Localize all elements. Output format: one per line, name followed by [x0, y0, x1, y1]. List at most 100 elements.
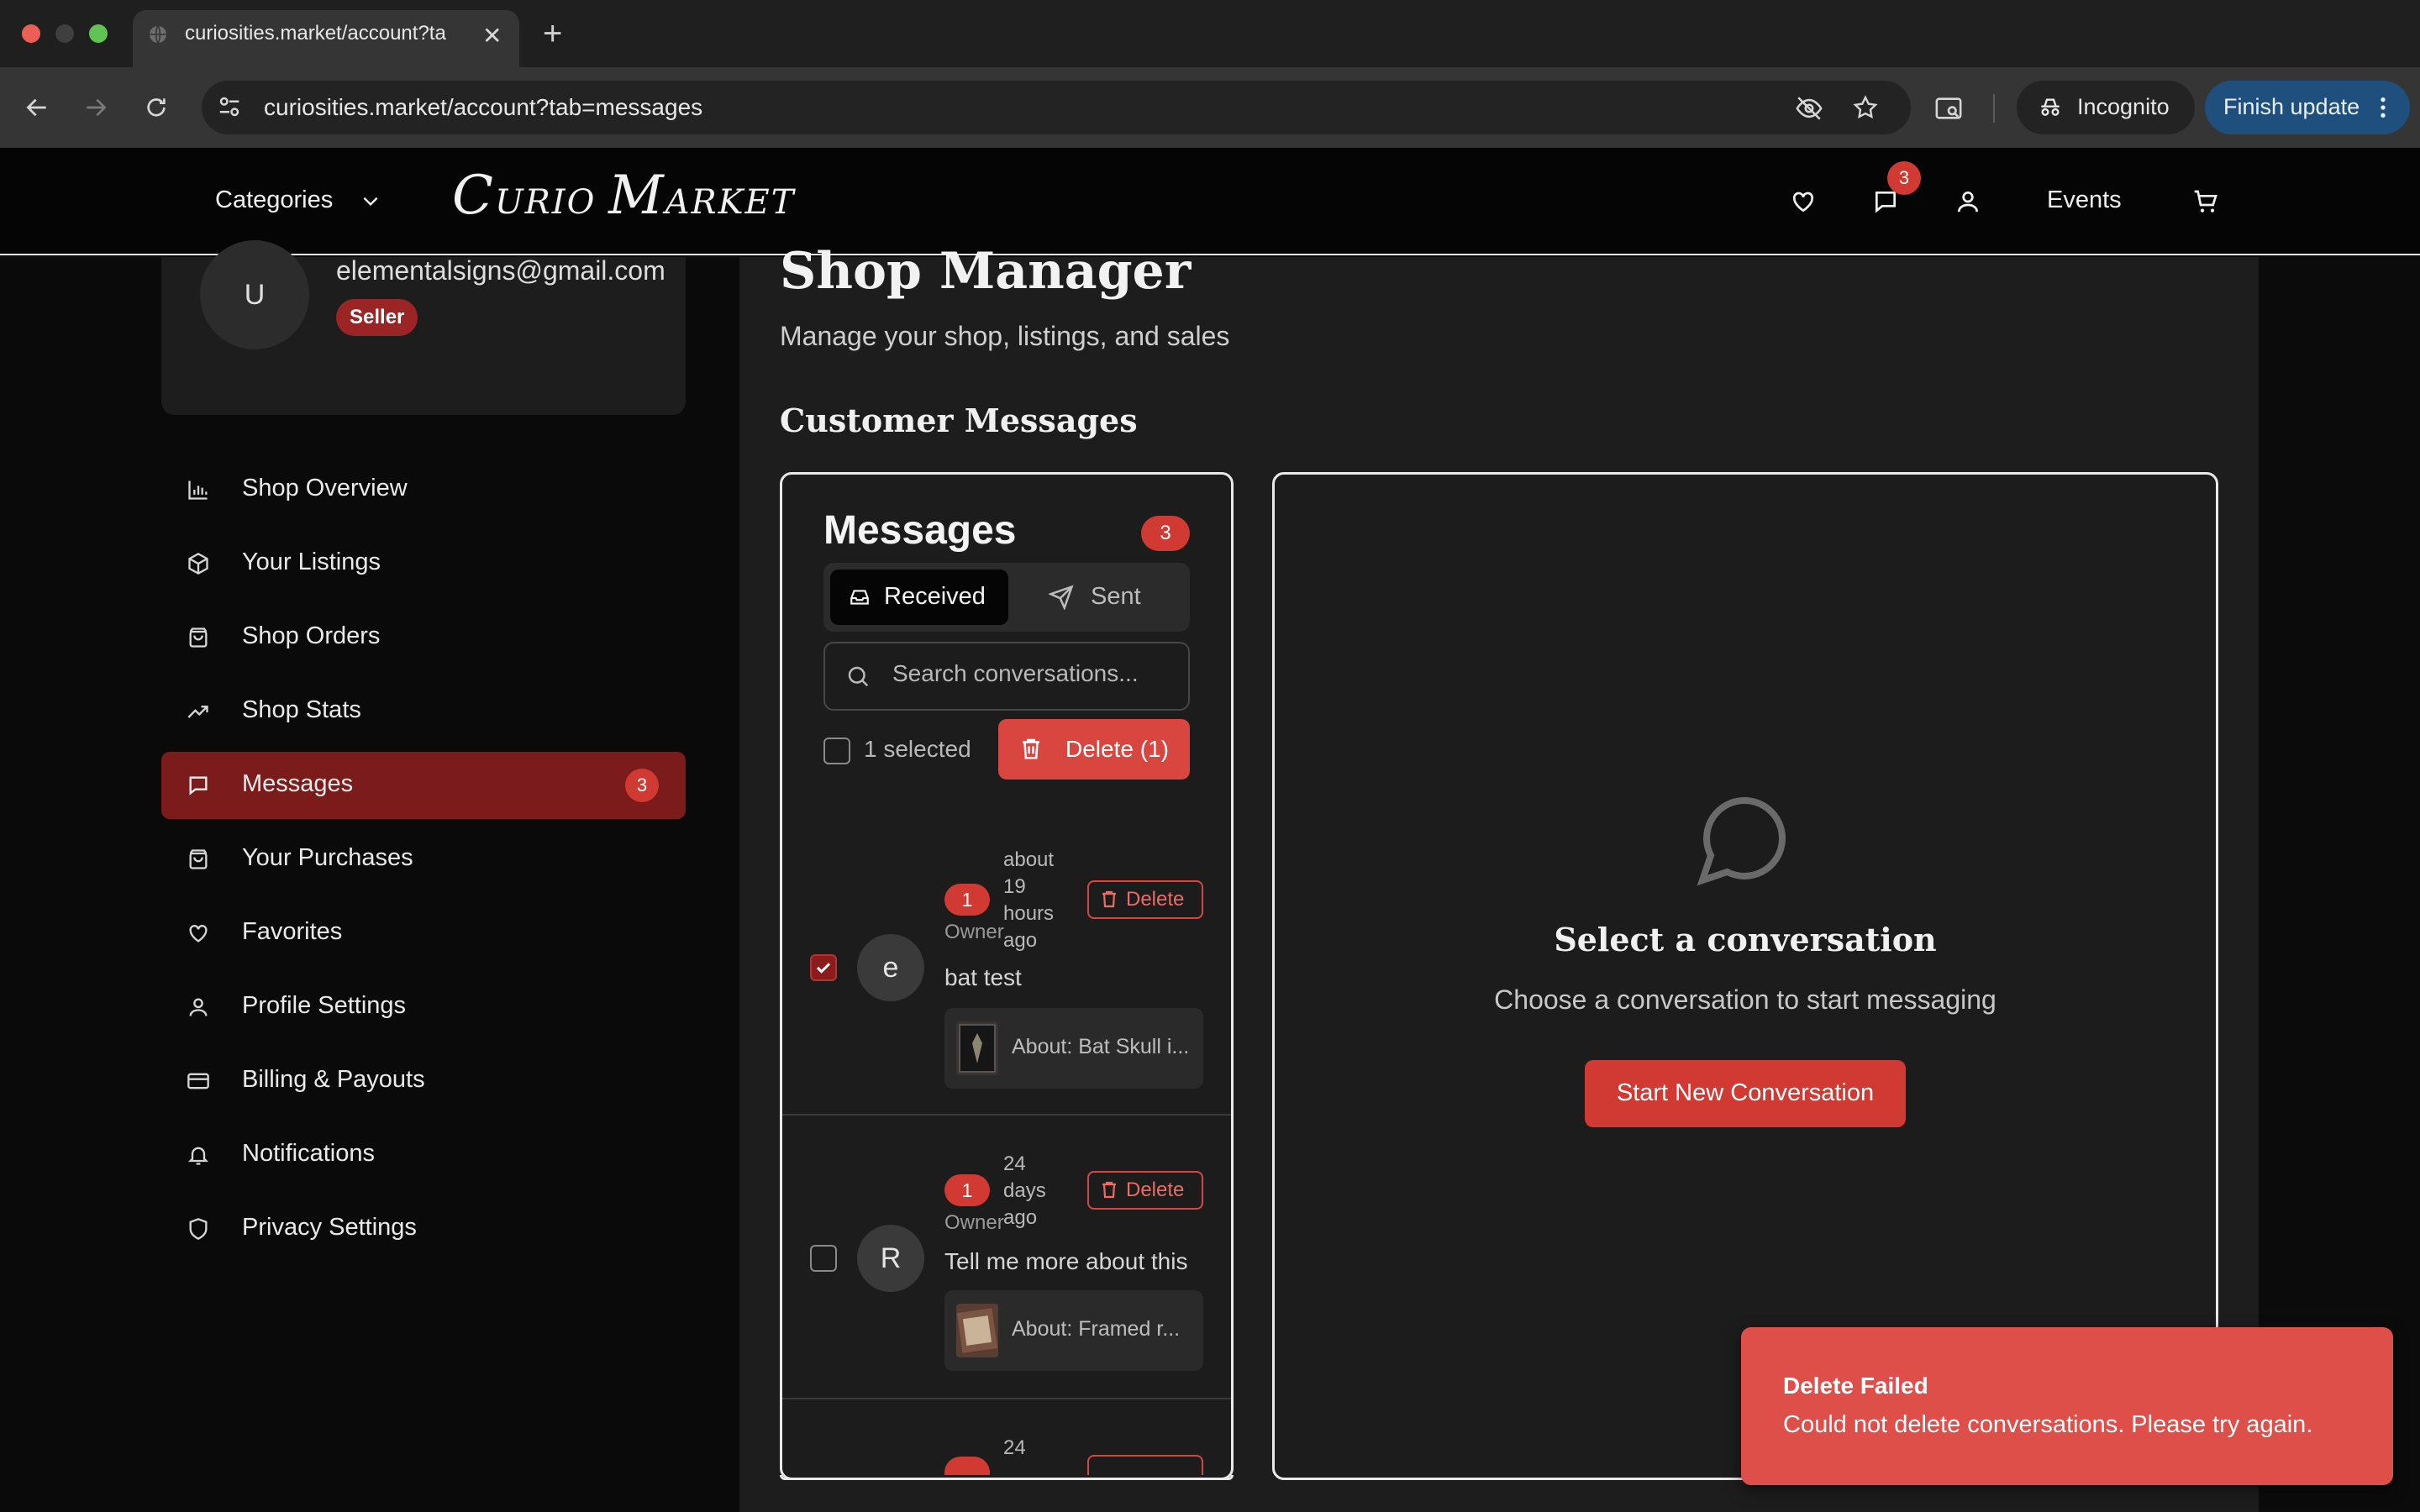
listing-reference-text: About: Bat Skull i... — [1012, 1035, 1190, 1058]
tab-title: curiosities.market/account?ta — [185, 22, 446, 45]
sidebar-item-label: Profile Settings — [242, 992, 407, 1019]
sidebar-item-your-listings[interactable]: Your Listings — [161, 530, 686, 597]
listing-thumbnail — [956, 1304, 998, 1357]
site-info-icon[interactable] — [217, 94, 242, 119]
panel-mask — [780, 1480, 1234, 1512]
inbox-icon — [849, 586, 871, 608]
row-divider — [782, 1114, 1231, 1116]
conversation-sender-role: Owner — [944, 1211, 1004, 1234]
sidebar-item-shop-stats[interactable]: Shop Stats — [161, 678, 686, 745]
trending-up-icon — [187, 700, 210, 723]
globe-icon — [148, 24, 168, 45]
empty-state-subtitle: Choose a conversation to start messaging — [1494, 984, 1996, 1015]
more-vert-icon[interactable] — [2378, 94, 2388, 121]
sidebar-item-notifications[interactable]: Notifications — [161, 1121, 686, 1189]
selected-count: 1 selected — [864, 736, 971, 762]
reload-icon[interactable] — [143, 94, 170, 121]
sidebar-item-shop-overview[interactable]: Shop Overview — [161, 456, 686, 523]
categories-menu[interactable]: Categories — [215, 186, 333, 214]
sidebar-item-label: Shop Orders — [242, 622, 381, 649]
sidebar-item-label: Privacy Settings — [242, 1214, 417, 1241]
delete-label: Delete — [1126, 888, 1185, 911]
unread-badge: 1 — [944, 884, 990, 916]
window-close-icon[interactable] — [22, 24, 40, 43]
right-gutter — [2259, 257, 2420, 1512]
sidebar-item-label: Messages — [242, 770, 354, 797]
tab-sent[interactable]: Sent — [1091, 583, 1141, 611]
package-icon — [187, 552, 210, 575]
sidebar-item-label: Shop Overview — [242, 475, 408, 501]
tab-search-icon[interactable] — [1934, 94, 1963, 123]
chevron-down-icon[interactable] — [360, 190, 381, 212]
toast-message: Could not delete conversations. Please t… — [1783, 1411, 2313, 1438]
listing-reference[interactable]: About: Bat Skull i... — [944, 1008, 1203, 1089]
bookmark-star-icon[interactable] — [1852, 94, 1879, 121]
delete-conversation-button[interactable] — [1087, 1455, 1203, 1475]
listing-reference[interactable]: About: Framed r... — [944, 1290, 1203, 1371]
unread-badge: 1 — [944, 1174, 990, 1206]
row-divider — [782, 1398, 1231, 1399]
messages-count-badge: 3 — [1141, 516, 1190, 551]
delete-label: Delete — [1126, 1179, 1185, 1201]
sidebar-item-label: Notifications — [242, 1140, 375, 1167]
conversation-preview: bat test — [944, 964, 1022, 990]
conversation-avatar: R — [857, 1225, 924, 1292]
window-minimize-icon[interactable] — [55, 24, 74, 43]
heart-icon[interactable] — [1790, 188, 1817, 215]
bell-icon — [187, 1143, 210, 1167]
listing-reference-text: About: Framed r... — [1012, 1317, 1181, 1341]
back-icon[interactable] — [24, 94, 50, 121]
conversation-time: 24 days ago — [1003, 1152, 1046, 1229]
page-title: Shop Manager — [780, 242, 1192, 301]
shopping-bag-icon — [187, 848, 210, 871]
new-tab-icon[interactable]: + — [543, 15, 562, 53]
site-logo[interactable]: CURIO MARKET — [452, 165, 795, 227]
profile-email: elementalsigns@gmail.com — [336, 255, 666, 286]
trash-icon — [1018, 736, 1044, 761]
window-maximize-icon[interactable] — [89, 24, 108, 43]
sidebar-item-messages[interactable]: Messages 3 — [161, 752, 686, 819]
role-badge: Seller — [336, 299, 418, 336]
chat-bubble-icon — [1694, 788, 1795, 889]
unread-badge — [944, 1457, 990, 1475]
conversation-checkbox[interactable] — [810, 954, 837, 981]
incognito-icon — [2037, 94, 2064, 121]
conversation-preview: Tell me more about this — [944, 1248, 1188, 1274]
url-text[interactable]: curiosities.market/account?tab=messages — [264, 94, 702, 121]
sidebar-item-profile-settings[interactable]: Profile Settings — [161, 974, 686, 1041]
empty-state-title: Select a conversation — [1554, 921, 1937, 958]
conversation-time: about 19 hours ago — [1003, 848, 1055, 952]
user-icon[interactable] — [1954, 188, 1981, 215]
sidebar-item-label: Favorites — [242, 918, 343, 945]
sidebar-item-label: Your Purchases — [242, 844, 413, 871]
eye-off-icon[interactable] — [1795, 94, 1823, 123]
tab-close-icon[interactable]: ✕ — [482, 22, 502, 50]
messages-badge: 3 — [625, 769, 659, 802]
conversation-checkbox[interactable] — [810, 1245, 837, 1272]
shield-icon — [187, 1217, 210, 1241]
sidebar-item-favorites[interactable]: Favorites — [161, 900, 686, 967]
section-title: Customer Messages — [780, 402, 1138, 439]
bulk-delete-label: Delete (1) — [1065, 736, 1169, 762]
sidebar-item-your-purchases[interactable]: Your Purchases — [161, 826, 686, 893]
search-icon — [845, 664, 871, 689]
toolbar-divider — [1993, 94, 1995, 123]
sidebar-item-shop-orders[interactable]: Shop Orders — [161, 604, 686, 671]
search-placeholder: Search conversations... — [892, 660, 1139, 686]
start-new-conversation-label: Start New Conversation — [1616, 1079, 1875, 1106]
cart-icon[interactable] — [2191, 188, 2220, 215]
finish-update-label: Finish update — [2223, 94, 2360, 119]
conversation-avatar: e — [857, 934, 924, 1001]
select-all-checkbox[interactable] — [823, 738, 850, 764]
message-square-icon — [187, 774, 210, 797]
error-toast[interactable] — [1741, 1327, 2393, 1485]
sidebar-item-privacy-settings[interactable]: Privacy Settings — [161, 1195, 686, 1263]
tab-received-label: Received — [884, 583, 986, 610]
forward-icon[interactable] — [82, 94, 109, 121]
credit-card-icon — [187, 1069, 210, 1093]
trash-icon — [1099, 889, 1119, 909]
avatar: U — [200, 240, 309, 349]
events-link[interactable]: Events — [2047, 186, 2122, 214]
send-icon[interactable] — [1049, 585, 1074, 610]
sidebar-item-billing-payouts[interactable]: Billing & Payouts — [161, 1047, 686, 1115]
